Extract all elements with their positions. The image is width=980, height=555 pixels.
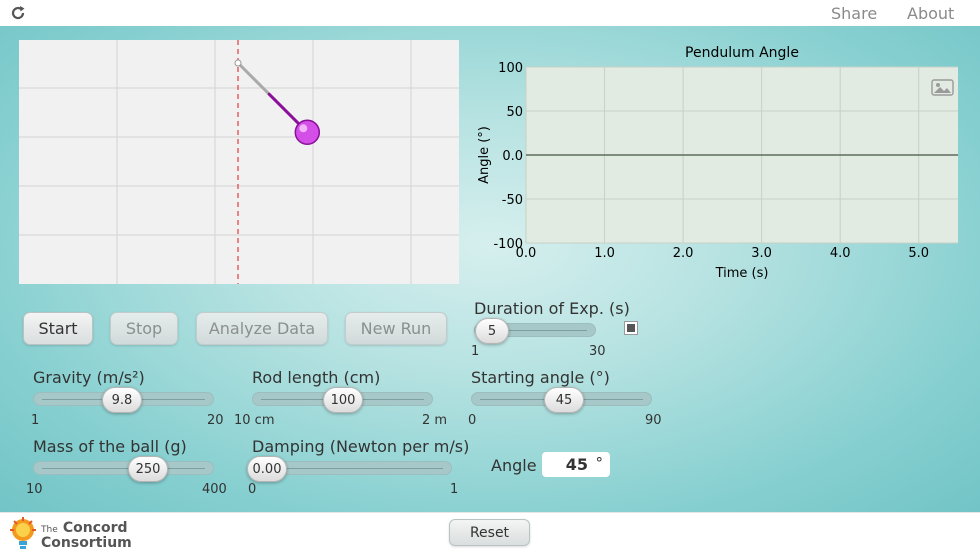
damping-max: 1 [450,482,459,497]
x-tick-label: 1.0 [594,246,615,261]
damping-label: Damping (Newton per m/s) [252,437,470,456]
x-tick-label: 4.0 [830,246,851,261]
mass-label: Mass of the ball (g) [33,437,187,456]
logo-text[interactable]: The Concord Consortium [41,520,132,550]
y-tick-label: -100 [493,237,523,252]
new-run-button[interactable]: New Run [345,312,447,345]
gravity-slider-handle[interactable]: 9.8 [102,387,142,413]
angle-readout-box: 45 ° [542,452,610,477]
duration-slider-handle[interactable]: 5 [475,318,509,344]
damping-slider-handle[interactable]: 0.00 [247,456,287,482]
concord-consortium-logo-icon[interactable] [10,517,36,551]
rod-length-max: 2 m [422,413,448,428]
starting-angle-label: Starting angle (°) [471,368,610,387]
mass-min: 10 [26,482,43,497]
x-tick-label: 3.0 [751,246,772,261]
footer-bar: The Concord Consortium Reset [0,512,980,555]
y-axis-label: Angle (°) [477,126,492,184]
rod-length-label: Rod length (cm) [252,368,381,387]
x-tick-label: 2.0 [673,246,694,261]
rod-length-min: 10 cm [234,413,275,428]
gravity-label: Gravity (m/s²) [33,368,145,387]
logo-text-concord: Concord [62,520,128,536]
damping-min: 0 [248,482,257,497]
stop-button[interactable]: Stop [110,312,178,345]
mass-slider-handle[interactable]: 250 [128,456,168,482]
pendulum-bob-highlight [299,124,308,133]
analyze-data-button[interactable]: Analyze Data [196,312,328,345]
share-link[interactable]: Share [831,4,877,23]
duration-checkbox[interactable] [624,321,638,335]
duration-label: Duration of Exp. (s) [474,299,630,318]
pendulum-pivot [234,59,242,67]
angle-readout-value: 45 [565,455,588,474]
mass-max: 400 [202,482,227,497]
starting-angle-slider-handle[interactable]: 45 [544,387,584,413]
starting-angle-min: 0 [468,413,477,428]
pendulum-view [19,40,459,284]
start-button[interactable]: Start [23,312,93,345]
starting-angle-max: 90 [645,413,662,428]
mass-slider-track[interactable] [33,461,214,475]
x-axis-label: Time (s) [715,266,769,281]
y-tick-label: -50 [502,193,523,208]
y-tick-labels: 100 50 0.0 -50 -100 [493,61,523,252]
logo-text-consortium: Consortium [41,535,132,551]
duration-max: 30 [589,344,606,359]
y-tick-label: 50 [506,105,523,120]
y-tick-label: 100 [498,61,523,76]
x-tick-label: 5.0 [908,246,929,261]
angle-readout-unit: ° [595,454,604,472]
logo-text-the: The [41,525,58,535]
angle-graph: Pendulum Angle 0.0 1.0 2.0 3.0 4.0 5.0 100 50 0… [477,45,958,281]
graph-title: Pendulum Angle [685,45,799,61]
y-tick-label: 0.0 [502,149,523,164]
top-bar: Share About [0,0,980,26]
angle-readout-label: Angle [491,456,537,475]
reload-icon[interactable] [10,5,26,21]
duration-min: 1 [471,344,480,359]
x-tick-labels: 0.0 1.0 2.0 3.0 4.0 5.0 [516,246,929,261]
rod-length-slider-handle[interactable]: 100 [323,387,363,413]
gravity-max: 20 [207,413,224,428]
about-link[interactable]: About [907,4,954,23]
reset-button[interactable]: Reset [449,519,530,546]
pendulum-bob[interactable] [294,119,321,146]
gravity-min: 1 [31,413,40,428]
